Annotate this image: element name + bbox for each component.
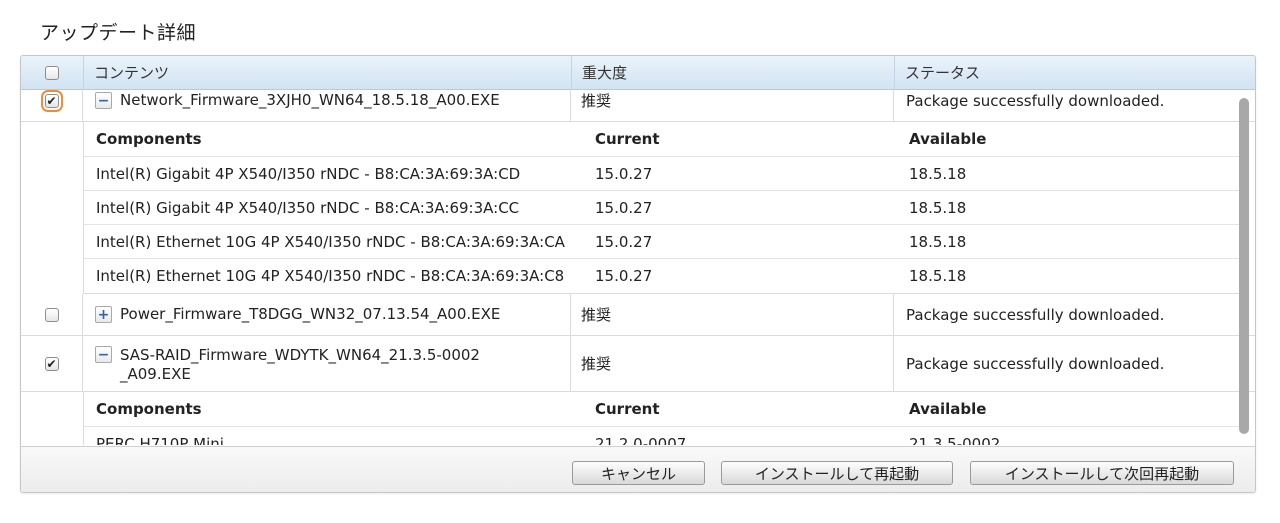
install-next-reboot-button[interactable]: インストールして次回再起動 xyxy=(970,461,1234,485)
package-status: Package successfully downloaded. xyxy=(906,305,1165,324)
component-row: PERC H710P Mini 21.2.0-0007 21.3.5-0002 xyxy=(84,427,1247,445)
package-name: Network_Firmware_3XJH0_WN64_18.5.18_A00.… xyxy=(120,91,500,109)
vertical-scrollbar[interactable] xyxy=(1239,98,1249,434)
component-available: 18.5.18 xyxy=(909,267,967,285)
component-row: Intel(R) Ethernet 10G 4P X540/I350 rNDC … xyxy=(84,259,1247,293)
package-name-cell: − SAS-RAID_Firmware_WDYTK_WN64_21.3.5-00… xyxy=(83,336,571,391)
component-available: 18.5.18 xyxy=(909,232,967,251)
package-checkbox-cell: ✔ xyxy=(21,336,83,391)
package-row[interactable]: + Power_Firmware_T8DGG_WN32_07.13.54_A00… xyxy=(21,294,1255,336)
component-name: Intel(R) Gigabit 4P X540/I350 rNDC - B8:… xyxy=(96,164,521,183)
components-header-current: Current xyxy=(595,130,660,148)
column-header-content[interactable]: コンテンツ xyxy=(83,56,571,90)
package-status: Package successfully downloaded. xyxy=(906,91,1165,110)
table-body[interactable]: ✔ − Network_Firmware_3XJH0_WN64_18.5.18_… xyxy=(21,90,1255,445)
package-checkbox-cell: ✔ xyxy=(21,90,83,121)
column-header-status[interactable]: ステータス xyxy=(894,56,1255,90)
package-row[interactable]: ✔ − SAS-RAID_Firmware_WDYTK_WN64_21.3.5-… xyxy=(21,336,1255,392)
package-checkbox-cell xyxy=(21,294,83,335)
component-name: PERC H710P Mini xyxy=(96,435,224,445)
column-header-severity[interactable]: 重大度 xyxy=(571,56,894,90)
component-current: 21.2.0-0007 xyxy=(595,435,687,445)
components-table: Components Current Available PERC H710P … xyxy=(83,392,1247,445)
components-header-current: Current xyxy=(595,400,660,418)
component-available: 21.3.5-0002 xyxy=(909,435,1001,445)
check-icon: ✔ xyxy=(46,356,57,371)
package-severity: 推奨 xyxy=(571,294,894,335)
package-severity: 推奨 xyxy=(571,90,894,121)
components-header: Components Current Available xyxy=(84,122,1247,157)
install-and-reboot-button[interactable]: インストールして再起動 xyxy=(721,461,953,485)
page-title: アップデート詳細 xyxy=(40,22,197,44)
package-row[interactable]: ✔ − Network_Firmware_3XJH0_WN64_18.5.18_… xyxy=(21,90,1255,122)
component-row: Intel(R) Gigabit 4P X540/I350 rNDC - B8:… xyxy=(84,157,1247,191)
component-name: Intel(R) Ethernet 10G 4P X540/I350 rNDC … xyxy=(96,232,565,251)
check-icon: ✔ xyxy=(46,93,57,108)
components-table: Components Current Available Intel(R) Gi… xyxy=(83,122,1247,294)
package-checkbox[interactable] xyxy=(44,307,59,322)
components-header: Components Current Available xyxy=(84,392,1247,427)
select-all-cell xyxy=(21,56,83,90)
component-current: 15.0.27 xyxy=(595,267,653,285)
package-status: Package successfully downloaded. xyxy=(906,354,1165,373)
components-header-available: Available xyxy=(909,400,987,418)
component-available: 18.5.18 xyxy=(909,198,967,217)
collapse-icon[interactable]: − xyxy=(95,92,112,109)
component-name: Intel(R) Gigabit 4P X540/I350 rNDC - B8:… xyxy=(96,198,520,217)
components-header-name: Components xyxy=(96,130,202,148)
package-name-cell: + Power_Firmware_T8DGG_WN32_07.13.54_A00… xyxy=(83,294,571,335)
components-header-name: Components xyxy=(96,400,202,418)
component-current: 15.0.27 xyxy=(595,232,653,251)
update-details-panel: コンテンツ 重大度 ステータス ✔ − Network_Firmware_3XJ… xyxy=(20,55,1256,493)
package-checkbox[interactable]: ✔ xyxy=(44,356,59,371)
expand-icon[interactable]: + xyxy=(95,306,112,323)
package-name-cell: − Network_Firmware_3XJH0_WN64_18.5.18_A0… xyxy=(83,90,571,121)
collapse-icon[interactable]: − xyxy=(95,346,112,363)
component-current: 15.0.27 xyxy=(595,198,653,217)
package-severity: 推奨 xyxy=(571,336,894,391)
component-name: Intel(R) Ethernet 10G 4P X540/I350 rNDC … xyxy=(96,267,565,285)
package-name: Power_Firmware_T8DGG_WN32_07.13.54_A00.E… xyxy=(120,305,501,323)
select-all-checkbox[interactable] xyxy=(45,66,59,80)
table-header: コンテンツ 重大度 ステータス xyxy=(21,56,1255,90)
component-current: 15.0.27 xyxy=(595,164,653,183)
package-name: SAS-RAID_Firmware_WDYTK_WN64_21.3.5-0002… xyxy=(120,346,480,383)
component-row: Intel(R) Ethernet 10G 4P X540/I350 rNDC … xyxy=(84,225,1247,259)
cancel-button[interactable]: キャンセル xyxy=(572,461,705,485)
package-checkbox[interactable]: ✔ xyxy=(40,90,63,112)
component-available: 18.5.18 xyxy=(909,164,967,183)
component-row: Intel(R) Gigabit 4P X540/I350 rNDC - B8:… xyxy=(84,191,1247,225)
components-header-available: Available xyxy=(909,130,987,148)
button-bar: キャンセル インストールして再起動 インストールして次回再起動 xyxy=(21,446,1255,492)
